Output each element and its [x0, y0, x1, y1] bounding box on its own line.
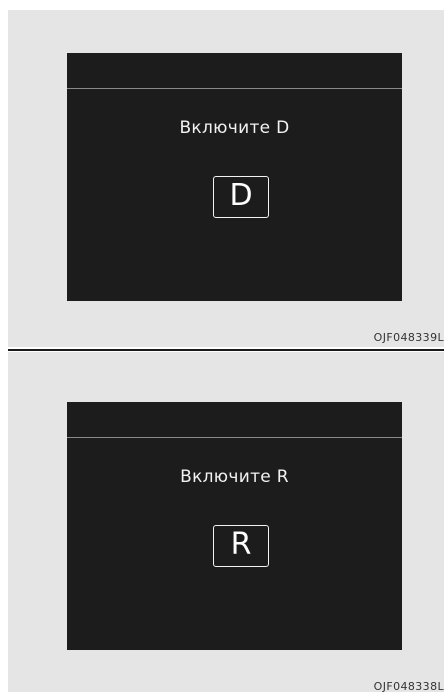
figure-shift-to-drive: Включите D D OJF048339L — [8, 10, 444, 347]
display-divider-line — [67, 88, 402, 89]
figure-code: OJF048339L — [373, 331, 444, 344]
cluster-display: Включите R R — [67, 402, 402, 650]
figure-code: OJF048338L — [373, 680, 444, 692]
cluster-display: Включите D D — [67, 53, 402, 301]
shift-prompt-text: Включите R — [180, 467, 289, 487]
figure-shift-to-reverse: Включите R R OJF048338L — [8, 352, 444, 692]
figure-separator — [8, 349, 444, 351]
gear-indicator: D — [213, 176, 269, 218]
shift-prompt-text: Включите D — [179, 118, 290, 138]
display-divider-line — [67, 437, 402, 438]
gear-indicator: R — [213, 525, 269, 567]
